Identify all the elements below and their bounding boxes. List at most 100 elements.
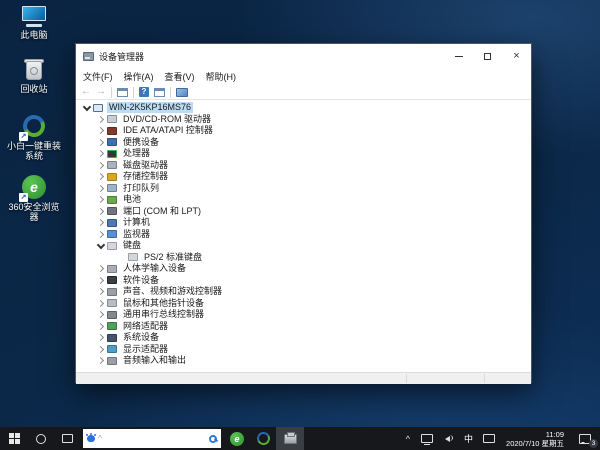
chevron-right-icon[interactable] [96, 161, 105, 170]
chevron-right-icon[interactable] [96, 333, 105, 342]
start-button[interactable] [0, 427, 28, 450]
menu-help[interactable]: 帮助(H) [206, 70, 237, 83]
tree-item-computer-root[interactable]: WIN-2K5KP16MS76 [76, 102, 531, 114]
chevron-right-icon[interactable] [96, 287, 105, 296]
desktop-icon-recycle-bin[interactable]: 回收站 [4, 58, 64, 94]
chevron-right-icon[interactable] [96, 356, 105, 365]
taskbar-xiaobai-button[interactable] [250, 427, 276, 450]
window-titlebar[interactable]: 设备管理器 × [76, 44, 531, 68]
close-button[interactable]: × [502, 44, 531, 68]
chevron-right-icon[interactable] [96, 310, 105, 319]
tree-item-dvd-drive[interactable]: DVD/CD-ROM 驱动器 [76, 114, 531, 126]
tree-item-disk-drive[interactable]: 磁盘驱动器 [76, 160, 531, 172]
chevron-right-icon[interactable] [96, 195, 105, 204]
chevron-right-icon[interactable] [96, 149, 105, 158]
help-icon[interactable] [139, 87, 149, 97]
tree-item-software-device[interactable]: 软件设备 [76, 275, 531, 287]
tree-item-storage-controller[interactable]: 存储控制器 [76, 171, 531, 183]
properties-window-icon[interactable] [154, 88, 165, 97]
tree-item-label: 键盘 [121, 240, 143, 251]
tree-item-system-device[interactable]: 系统设备 [76, 332, 531, 344]
desktop-icon-label: 360安全浏览器 [4, 202, 64, 222]
xiaobai-reinstall-icon [255, 430, 272, 447]
tree-item-label: 端口 (COM 和 LPT) [121, 206, 203, 217]
tree-item-computer[interactable]: 计算机 [76, 217, 531, 229]
chevron-right-icon[interactable] [96, 230, 105, 239]
menu-action[interactable]: 操作(A) [124, 70, 154, 83]
360-browser-icon: e↗ [21, 174, 47, 200]
tree-item-usb-controller[interactable]: 通用串行总线控制器 [76, 309, 531, 321]
network-icon[interactable] [421, 434, 433, 443]
chevron-right-icon[interactable] [96, 218, 105, 227]
chevron-right-icon[interactable] [96, 115, 105, 124]
baidu-search-box[interactable]: ^ [83, 429, 221, 448]
baidu-search-icon[interactable] [209, 435, 217, 443]
xiaobai-reinstall-icon: ↗ [21, 113, 47, 139]
chevron-down-icon[interactable] [82, 103, 91, 112]
tree-item-ports[interactable]: 端口 (COM 和 LPT) [76, 206, 531, 218]
tree-item-ide-controller[interactable]: IDE ATA/ATAPI 控制器 [76, 125, 531, 137]
tree-item-display-adapter[interactable]: 显示适配器 [76, 344, 531, 356]
chevron-right-icon[interactable] [96, 276, 105, 285]
chevron-up-icon[interactable]: ^ [98, 434, 209, 443]
chevron-right-icon[interactable] [96, 172, 105, 181]
tree-item-monitor[interactable]: 监视器 [76, 229, 531, 241]
tree-item-network-adapter[interactable]: 网络适配器 [76, 321, 531, 333]
tree-item-print-queue[interactable]: 打印队列 [76, 183, 531, 195]
chevron-right-icon[interactable] [96, 345, 105, 354]
taskbar-360-browser-button[interactable]: e [224, 427, 250, 450]
desktop-icon-label: 此电脑 [4, 30, 64, 40]
desktop-icon-xiaobai-reinstall[interactable]: ↗ 小白一键重装系统 [4, 113, 64, 161]
touch-keyboard-icon[interactable] [483, 434, 495, 443]
system-tray: ^ 中 11:09 2020/7/10 星期五 3 [400, 427, 600, 450]
back-arrow-icon[interactable]: ← [81, 86, 91, 98]
tree-item-mouse[interactable]: 鼠标和其他指针设备 [76, 298, 531, 310]
menu-view[interactable]: 查看(V) [165, 70, 195, 83]
chevron-right-icon[interactable] [96, 184, 105, 193]
tree-item-battery[interactable]: 电池 [76, 194, 531, 206]
chevron-right-icon[interactable] [96, 299, 105, 308]
volume-icon[interactable] [442, 434, 455, 444]
action-center-button[interactable]: 3 [570, 427, 600, 450]
shortcut-arrow-icon: ↗ [19, 132, 28, 141]
chevron-right-icon[interactable] [96, 322, 105, 331]
device-tree: WIN-2K5KP16MS76 DVD/CD-ROM 驱动器 IDE ATA/A… [76, 100, 531, 372]
computer-icon[interactable] [176, 88, 188, 97]
cortana-search-button[interactable] [28, 427, 54, 450]
tree-item-portable-device[interactable]: 便携设备 [76, 137, 531, 149]
tree-item-processor[interactable]: 处理器 [76, 148, 531, 160]
tree-item-label: IDE ATA/ATAPI 控制器 [121, 125, 215, 136]
notification-badge: 3 [589, 439, 598, 448]
minimize-button[interactable] [444, 44, 473, 68]
tree-item-sound-controller[interactable]: 声音、视频和游戏控制器 [76, 286, 531, 298]
taskbar-device-manager-button-active[interactable] [276, 427, 304, 450]
forward-arrow-icon[interactable]: → [96, 86, 106, 98]
toolbar-separator [111, 87, 112, 98]
tree-item-label: 声音、视频和游戏控制器 [121, 286, 224, 297]
chevron-down-icon[interactable] [96, 241, 105, 250]
task-view-icon [62, 434, 73, 443]
chevron-right-icon[interactable] [96, 126, 105, 135]
tree-item-hid[interactable]: 人体学输入设备 [76, 263, 531, 275]
windows-logo-icon [9, 433, 20, 444]
chevron-right-icon[interactable] [96, 207, 105, 216]
tree-item-keyboard[interactable]: 键盘 [76, 240, 531, 252]
hidden-icons-chevron[interactable]: ^ [400, 434, 416, 444]
desktop-icon-this-pc[interactable]: 此电脑 [4, 6, 64, 40]
clock[interactable]: 11:09 2020/7/10 星期五 [500, 430, 570, 448]
maximize-button[interactable] [473, 44, 502, 68]
chevron-right-icon[interactable] [96, 264, 105, 273]
disk-drive-icon [107, 161, 117, 169]
task-view-button[interactable] [54, 427, 80, 450]
tree-item-ps2-keyboard[interactable]: PS/2 标准键盘 [76, 252, 531, 264]
display-adapter-icon [107, 345, 117, 353]
console-window-icon[interactable] [117, 88, 128, 97]
menu-file[interactable]: 文件(F) [83, 70, 113, 83]
tree-item-label: 音频输入和输出 [121, 355, 188, 366]
print-queue-icon [107, 184, 117, 192]
desktop-icon-360-browser[interactable]: e↗ 360安全浏览器 [4, 174, 64, 222]
ime-language-indicator[interactable]: 中 [459, 432, 478, 445]
recycle-bin-icon [23, 58, 45, 82]
chevron-right-icon[interactable] [96, 138, 105, 147]
tree-item-audio-io[interactable]: 音频输入和输出 [76, 355, 531, 367]
